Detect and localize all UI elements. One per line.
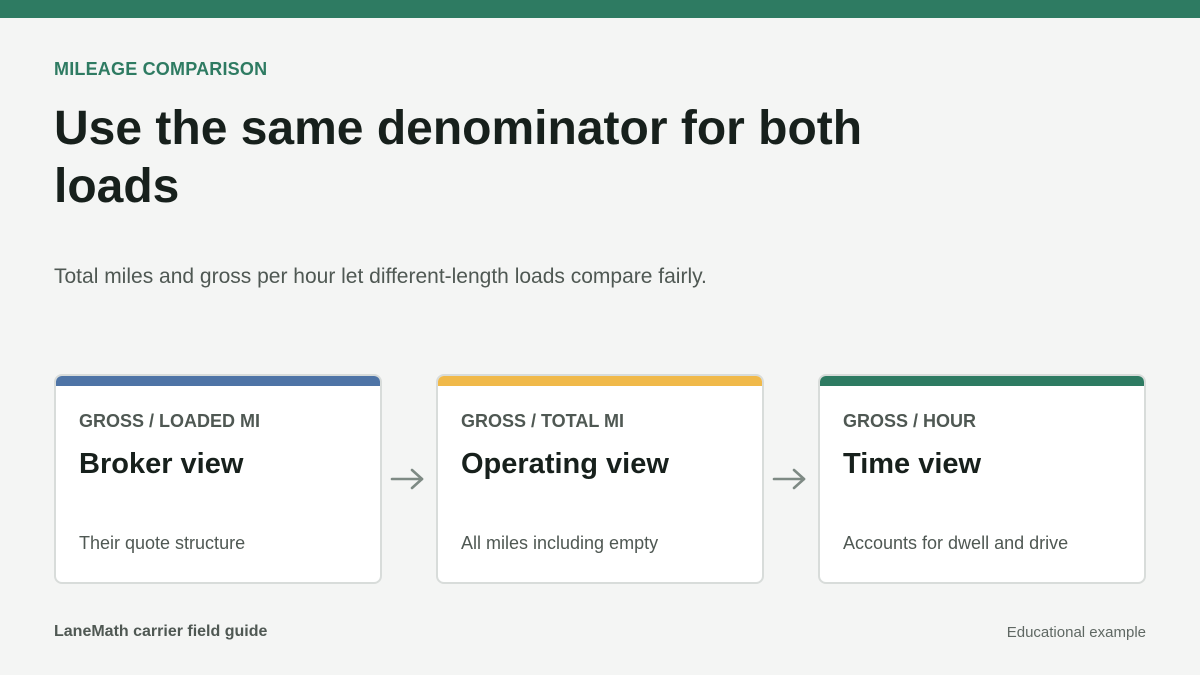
card-description: Their quote structure bbox=[79, 533, 246, 553]
card-label: GROSS / HOUR bbox=[843, 411, 977, 431]
card-label: GROSS / LOADED MI bbox=[79, 411, 261, 431]
footer-brand: LaneMath carrier field guide bbox=[54, 623, 268, 640]
card-operating-view: GROSS / TOTAL MI Operating view All mile… bbox=[436, 374, 764, 584]
right-arrow-icon bbox=[772, 468, 806, 490]
card-time-view: GROSS / HOUR Time view Accounts for dwel… bbox=[818, 374, 1146, 584]
card-accent-bar bbox=[438, 376, 762, 386]
card-label: GROSS / TOTAL MI bbox=[461, 411, 625, 431]
card-title: Operating view bbox=[461, 448, 669, 480]
card-description: All miles including empty bbox=[461, 533, 659, 553]
right-arrow-icon bbox=[390, 468, 424, 490]
page-subtitle: Total miles and gross per hour let diffe… bbox=[54, 265, 707, 288]
card-broker-view: GROSS / LOADED MI Broker view Their quot… bbox=[54, 374, 382, 584]
section-eyebrow: MILEAGE COMPARISON bbox=[54, 59, 268, 79]
page-title: Use the same denominator for both loads bbox=[54, 102, 863, 213]
card-accent-bar bbox=[820, 376, 1144, 386]
card-description: Accounts for dwell and drive bbox=[843, 533, 1069, 553]
card-title: Time view bbox=[843, 448, 982, 480]
footer-note: Educational example bbox=[1006, 624, 1146, 641]
card-accent-bar bbox=[56, 376, 380, 386]
top-accent-bar bbox=[0, 0, 1200, 18]
card-title: Broker view bbox=[79, 448, 244, 480]
